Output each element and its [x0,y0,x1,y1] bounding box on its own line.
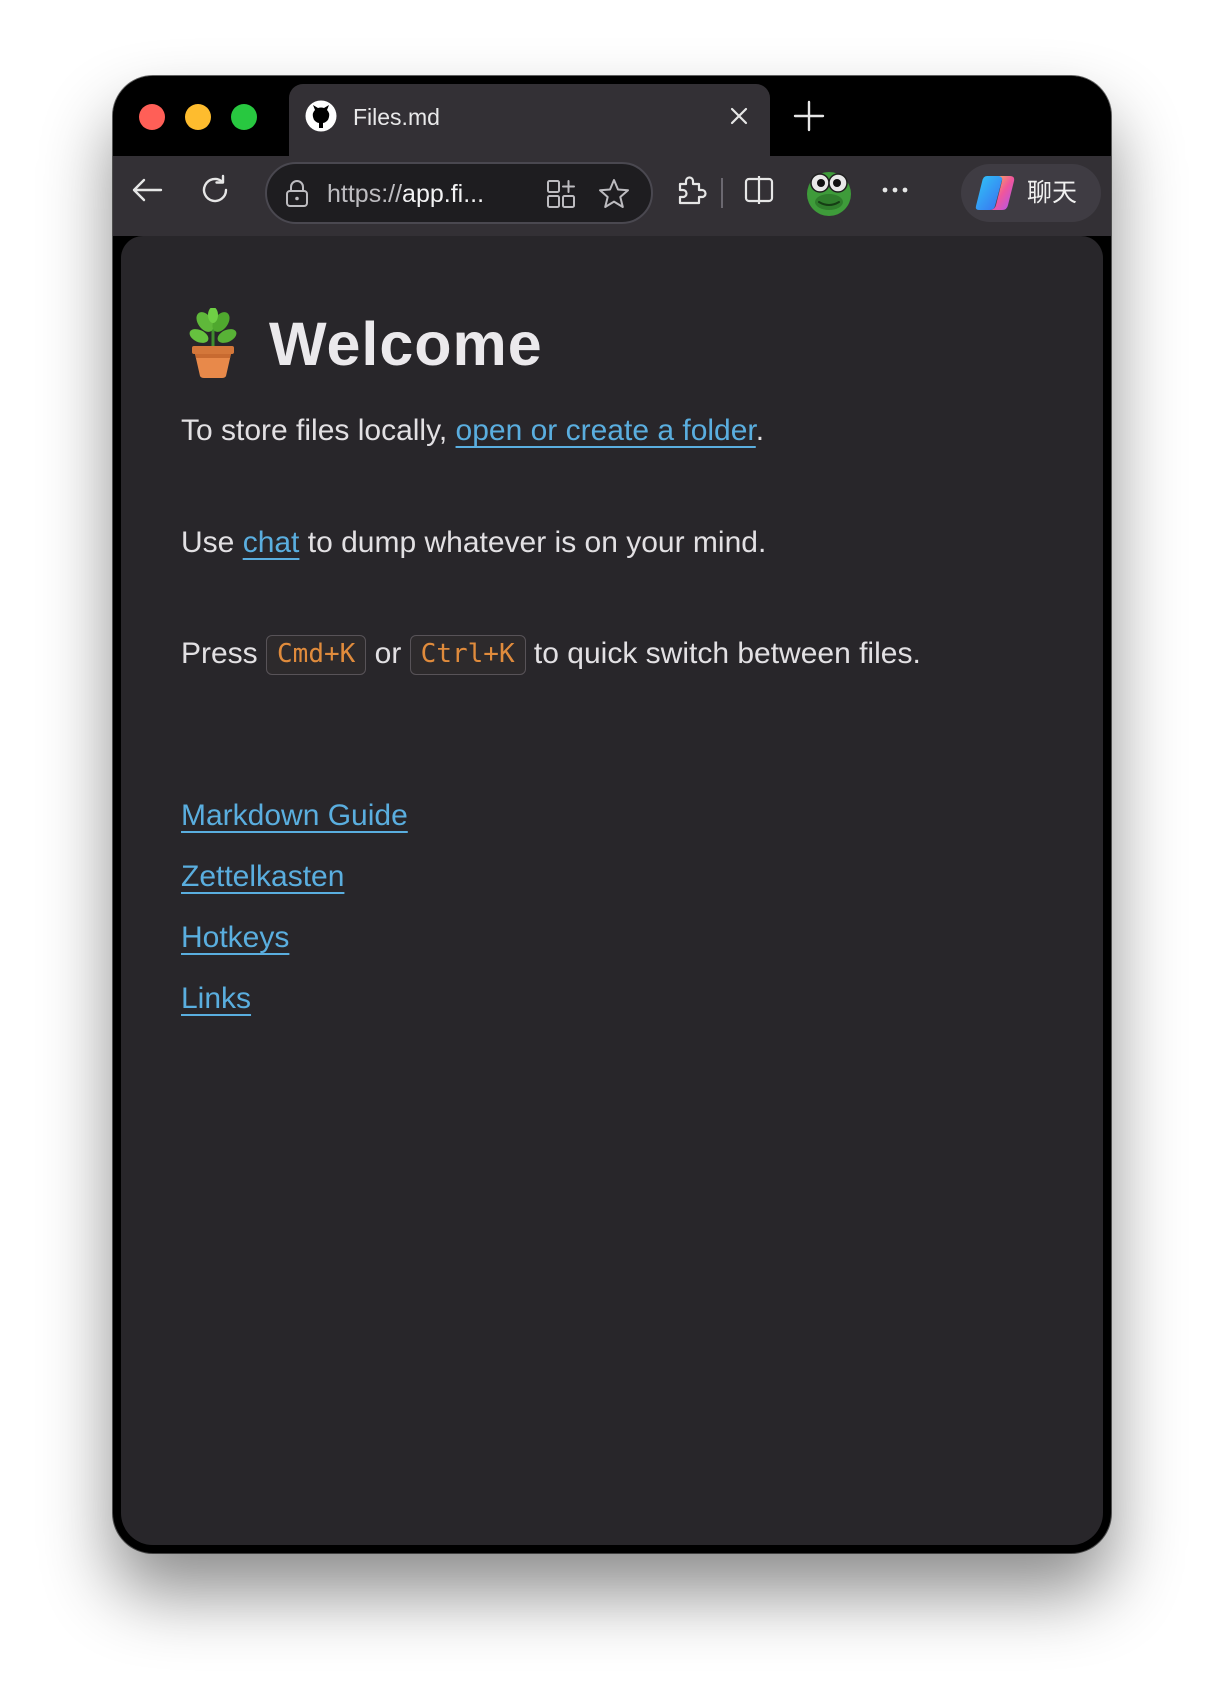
favorite-star-icon[interactable] [597,177,631,211]
frog-avatar-icon [807,172,851,216]
doc-links-list: Markdown Guide Zettelkasten Hotkeys Link… [181,796,408,1040]
url-scheme: https:// [327,180,403,208]
links-link[interactable]: Links [181,979,408,1019]
app-available-icon[interactable] [545,178,577,210]
back-button[interactable] [127,170,167,210]
new-tab-icon[interactable] [789,96,829,136]
tab-title: Files.md [353,104,440,130]
zoom-window-button[interactable] [231,104,257,130]
extensions-button[interactable] [671,170,711,210]
page-title: Welcome [269,310,543,378]
markdown-guide-link[interactable]: Markdown Guide [181,796,408,836]
split-screen-icon [744,176,774,204]
hotkey-prefix-text: Press [181,637,267,670]
page-content: Welcome To store files locally, open or … [121,236,1103,1545]
close-tab-icon[interactable] [726,103,752,129]
url-text: https://app.fi... [327,180,484,208]
reload-icon [202,174,228,203]
page-heading: Welcome [181,308,543,380]
browser-window: Files.md https://app.fi... 聊天 Welcome To… [113,76,1111,1553]
hotkey-paragraph: Press Cmd+K or Ctrl+K to quick switch be… [181,634,921,676]
storage-text: To store files locally, [181,414,456,447]
chat-link[interactable]: chat [243,526,300,559]
chat-paragraph: Use chat to dump whatever is on your min… [181,523,766,563]
copilot-chat-button[interactable]: 聊天 [961,164,1101,222]
storage-period: . [755,414,765,447]
reload-button[interactable] [195,170,235,210]
hotkey-or-text: or [366,637,410,670]
potted-plant-icon [189,308,237,378]
url-host: app.fi... [402,180,485,208]
minimize-window-button[interactable] [185,104,211,130]
split-screen-button[interactable] [739,170,779,210]
storage-paragraph: To store files locally, open or create a… [181,411,764,451]
more-options-button[interactable] [875,170,915,210]
chat-suffix-text: to dump whatever is on your mind. [299,526,767,559]
copilot-chat-label: 聊天 [1027,178,1078,207]
ctrl-k-shortcut: Ctrl+K [409,635,526,676]
puzzle-piece-icon [678,176,707,205]
lock-icon[interactable] [283,179,311,209]
hotkey-suffix-text: to quick switch between files. [525,637,921,670]
octocat-icon [305,100,337,132]
more-horizontal-icon [882,187,908,193]
browser-toolbar: https://app.fi... 聊天 [113,156,1111,236]
back-arrow-icon [132,178,163,202]
open-folder-link[interactable]: open or create a folder [456,414,756,447]
zettelkasten-link[interactable]: Zettelkasten [181,857,408,897]
copilot-icon [975,176,1015,210]
profile-avatar[interactable] [803,166,855,218]
tab-files-md[interactable]: Files.md [289,84,770,158]
cmd-k-shortcut: Cmd+K [266,635,367,676]
hotkeys-link[interactable]: Hotkeys [181,918,408,958]
address-bar[interactable]: https://app.fi... [265,162,653,224]
tab-strip: Files.md [113,76,1111,158]
close-window-button[interactable] [139,104,165,130]
toolbar-divider [721,178,723,208]
chat-prefix-text: Use [181,526,243,559]
